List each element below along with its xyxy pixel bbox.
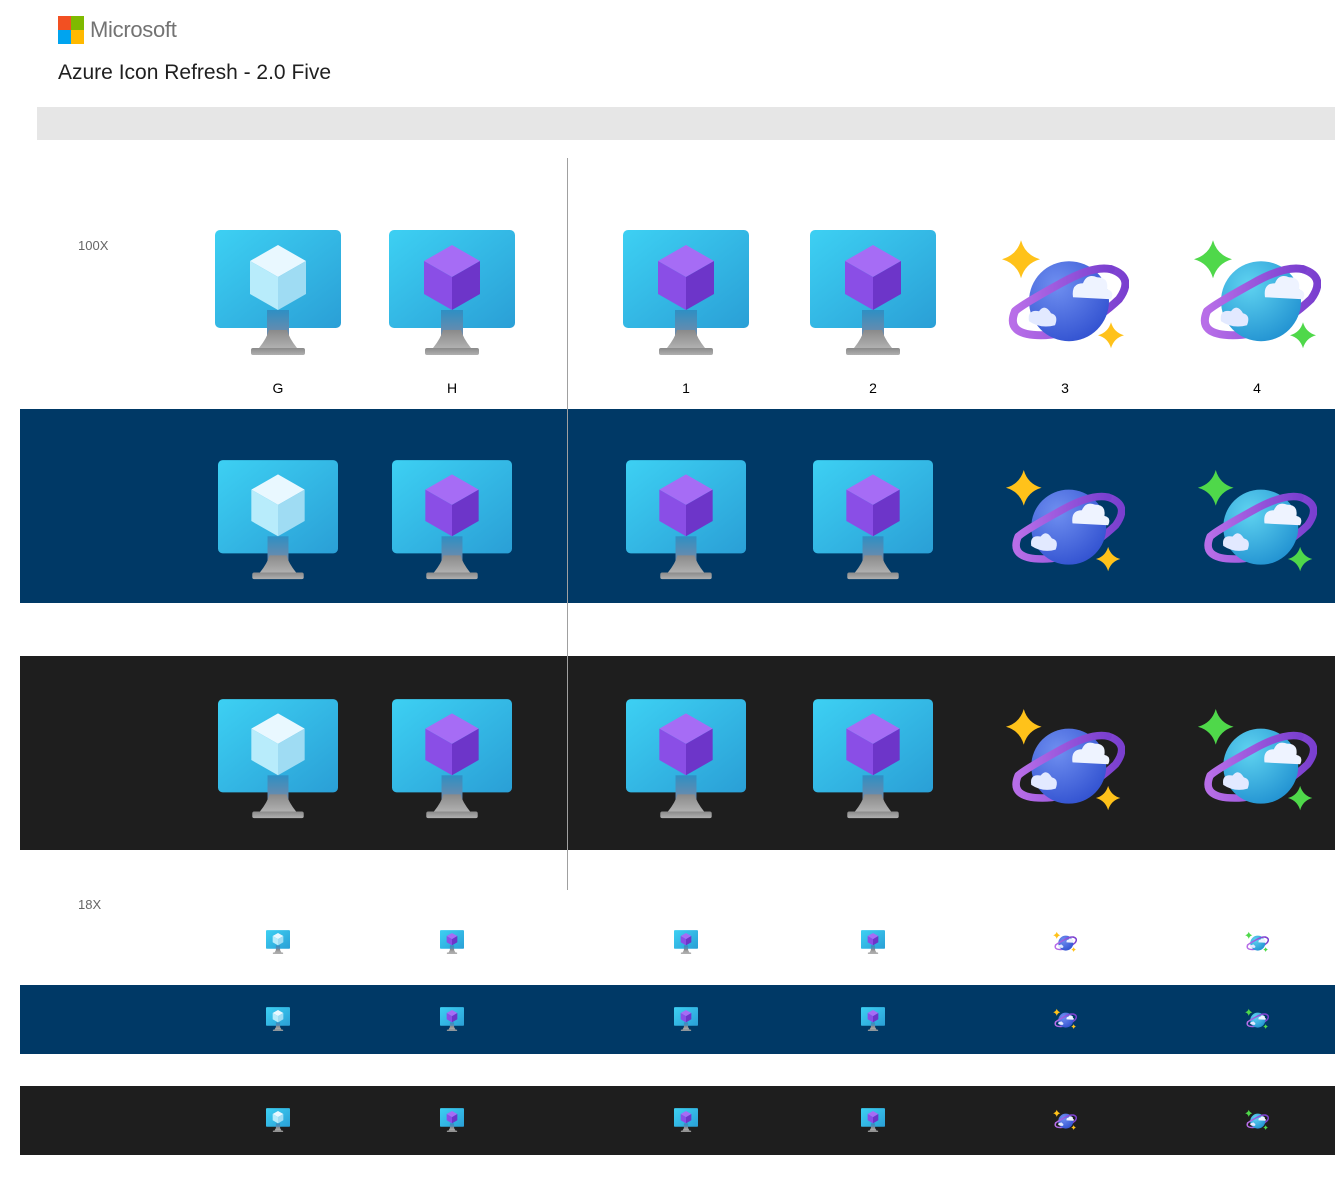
column-label-2: 2 <box>869 380 877 396</box>
vm-icon-small-navy-g <box>266 1006 290 1032</box>
vm-icon-large-white-g <box>214 230 342 360</box>
brand-name: Microsoft <box>90 17 177 42</box>
vm-icon-large-dark-g <box>218 699 338 823</box>
vm-icon-small-navy-h <box>440 1006 464 1032</box>
vm-icon-small-white-1 <box>674 929 698 955</box>
microsoft-logo-icon <box>58 16 84 44</box>
cosmos-planet-icon-small-white-3 <box>1053 931 1078 953</box>
vm-icon-large-dark-2 <box>813 699 933 823</box>
logo-yellow-square <box>71 30 84 44</box>
vm-icon-large-dark-h <box>392 699 512 823</box>
logo-blue-square <box>58 30 71 44</box>
scale-label-18x: 18X <box>78 897 102 912</box>
vm-icon-small-white-2 <box>861 929 885 955</box>
vm-icon-small-navy-2 <box>861 1006 885 1032</box>
page-title: Azure Icon Refresh - 2.0 Five <box>58 61 332 84</box>
cosmos-planet-icon-large-white-3 <box>1001 238 1130 352</box>
cosmos-planet-icon-small-navy-4 <box>1245 1008 1270 1030</box>
vm-icon-large-navy-2 <box>813 460 933 584</box>
vm-icon-large-white-2 <box>809 230 937 360</box>
vm-icon-large-white-h <box>388 230 516 360</box>
cosmos-planet-icon-large-white-4 <box>1193 238 1322 352</box>
cosmos-planet-icon-large-dark-3 <box>1005 706 1126 815</box>
vm-icon-small-dark-1 <box>674 1107 698 1133</box>
vm-icon-small-white-g <box>266 929 290 955</box>
column-label-h: H <box>446 380 458 396</box>
cosmos-planet-icon-large-navy-4 <box>1197 467 1318 576</box>
column-label-1: 1 <box>682 380 690 396</box>
vm-icon-small-navy-1 <box>674 1006 698 1032</box>
grey-header-bar <box>37 107 1335 140</box>
group-divider <box>567 158 568 890</box>
vm-icon-small-white-h <box>440 929 464 955</box>
vm-icon-large-navy-1 <box>626 460 746 584</box>
cosmos-planet-icon-small-navy-3 <box>1053 1008 1078 1030</box>
column-label-4: 4 <box>1253 380 1261 396</box>
cosmos-planet-icon-small-dark-4 <box>1245 1109 1270 1131</box>
column-label-g: G <box>272 380 284 396</box>
scale-label-100x: 100X <box>78 238 109 253</box>
vm-icon-small-dark-g <box>266 1107 290 1133</box>
vm-icon-small-dark-2 <box>861 1107 885 1133</box>
cosmos-planet-icon-large-navy-3 <box>1005 467 1126 576</box>
cosmos-planet-icon-large-dark-4 <box>1197 706 1318 815</box>
cosmos-planet-icon-small-white-4 <box>1245 931 1270 953</box>
vm-icon-large-navy-g <box>218 460 338 584</box>
vm-icon-small-dark-h <box>440 1107 464 1133</box>
cosmos-planet-icon-small-dark-3 <box>1053 1109 1078 1131</box>
vm-icon-large-dark-1 <box>626 699 746 823</box>
column-label-3: 3 <box>1061 380 1069 396</box>
logo-green-square <box>71 16 84 30</box>
vm-icon-large-white-1 <box>622 230 750 360</box>
vm-icon-large-navy-h <box>392 460 512 584</box>
logo-red-square <box>58 16 71 30</box>
